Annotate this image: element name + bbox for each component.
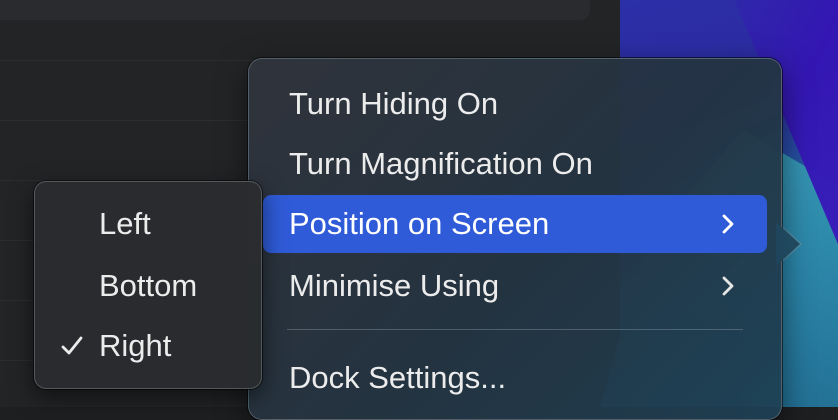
submenu-item-bottom[interactable]: Bottom: [35, 256, 261, 316]
submenu-item-label: Right: [99, 328, 172, 363]
menu-item-label: Turn Magnification On: [289, 146, 593, 181]
menu-item-position-on-screen[interactable]: Position on Screen: [263, 195, 767, 253]
position-submenu: Left Bottom Right: [34, 181, 262, 389]
window-toolbar: [0, 0, 590, 20]
menu-item-label: Minimise Using: [289, 268, 500, 303]
menu-item-turn-magnification-on[interactable]: Turn Magnification On: [263, 135, 767, 193]
submenu-item-right[interactable]: Right: [35, 316, 261, 376]
menu-item-label: Turn Hiding On: [289, 86, 499, 121]
menu-item-dock-settings[interactable]: Dock Settings...: [263, 349, 767, 407]
submenu-item-left[interactable]: Left: [35, 194, 261, 254]
chevron-right-icon: [722, 214, 734, 234]
dock-context-menu: Turn Hiding On Turn Magnification On Pos…: [248, 58, 782, 420]
menu-item-minimise-using[interactable]: Minimise Using: [263, 257, 767, 315]
menu-separator: [287, 329, 743, 330]
checkmark-icon: [61, 336, 83, 355]
menu-item-label: Position on Screen: [289, 206, 550, 241]
submenu-item-label: Left: [99, 206, 151, 241]
menu-item-label: Dock Settings...: [289, 360, 507, 395]
menu-item-turn-hiding-on[interactable]: Turn Hiding On: [263, 75, 767, 133]
submenu-item-label: Bottom: [99, 268, 198, 303]
chevron-right-icon: [722, 276, 734, 296]
